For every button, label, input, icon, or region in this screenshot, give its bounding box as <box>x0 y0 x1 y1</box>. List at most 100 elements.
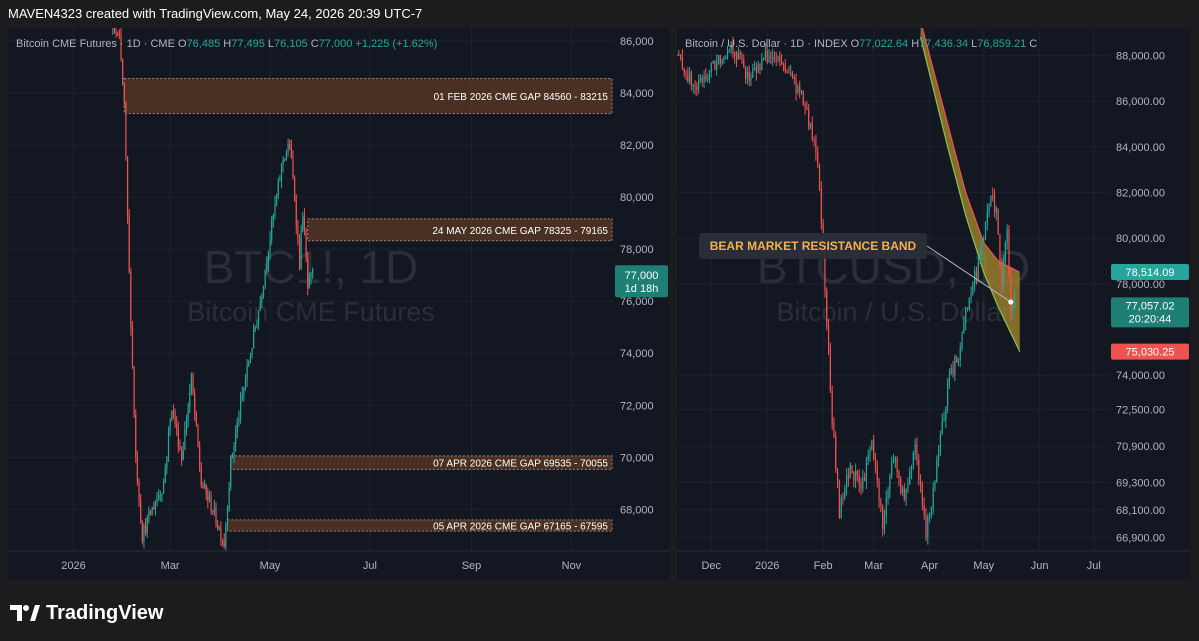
candle-body <box>896 457 898 473</box>
candle-body <box>115 32 117 35</box>
cme-futures-chart-panel[interactable]: BTC1!, 1D Bitcoin CME Futures 01 FEB 2026 … <box>8 0 669 580</box>
legend-value: +1,225 (+1.62%) <box>355 38 437 50</box>
candle-body <box>786 71 788 73</box>
candle-body <box>308 277 310 288</box>
candle-body <box>795 79 797 93</box>
candle-body <box>133 366 135 416</box>
candle-body <box>871 440 873 451</box>
candle-body <box>894 457 896 463</box>
candle-body <box>862 477 864 489</box>
y-tick-label: 74,000 <box>620 348 654 360</box>
y-tick-label: 78,000 <box>620 244 654 256</box>
candle-body <box>809 122 812 128</box>
candle-body <box>158 495 160 499</box>
candle-body <box>153 507 155 510</box>
x-tick-label: May <box>973 560 994 572</box>
candle-body <box>737 52 739 60</box>
x-tick-label: Mar <box>864 560 883 572</box>
candle-body <box>932 487 934 508</box>
candle-body <box>208 496 211 501</box>
candle-body <box>714 60 716 70</box>
y-tick-label: 86,000 <box>620 36 654 48</box>
candle-body <box>131 327 134 367</box>
candle-body <box>253 329 255 349</box>
candle-body <box>690 72 693 87</box>
candle-body <box>710 63 712 72</box>
last-price-label: 77,000 <box>625 270 659 282</box>
candle-body <box>1011 306 1014 313</box>
candle-body <box>271 219 273 240</box>
candle-body <box>845 475 848 489</box>
candle-body <box>847 475 849 479</box>
candle-body <box>950 367 952 374</box>
candle-body <box>267 252 270 264</box>
candle-body <box>753 67 756 69</box>
y-tick-label: 70,000 <box>620 452 654 464</box>
candle-body <box>993 196 996 213</box>
candle-body <box>194 394 196 414</box>
candle-body <box>126 156 129 216</box>
candle-body <box>910 465 913 472</box>
candle-body <box>1001 266 1003 290</box>
candle-body <box>213 507 215 513</box>
legend-value: 76,105 <box>274 38 311 50</box>
candle-body <box>900 478 902 493</box>
candle-body <box>889 475 891 491</box>
candle-body <box>276 194 278 204</box>
candle-body <box>869 450 871 456</box>
candle-body <box>303 216 306 231</box>
candle-body <box>297 226 299 238</box>
candle-body <box>685 72 687 75</box>
candle-body <box>269 239 271 253</box>
candle-body <box>856 471 859 476</box>
legend-value: 76,859.21 <box>977 38 1029 50</box>
candle-body <box>235 432 237 446</box>
candle-body <box>739 52 741 59</box>
candle-body <box>808 109 810 128</box>
candle-body <box>149 511 152 516</box>
candle-body <box>981 242 983 255</box>
y-tick-label: 82,000.00 <box>1116 187 1165 199</box>
candle-body <box>266 263 268 271</box>
candle-body <box>855 471 857 481</box>
candle-body <box>254 327 256 330</box>
price-axis-tag-label: 77,057.02 <box>1126 300 1175 312</box>
candle-body <box>256 323 258 328</box>
candle-body <box>788 72 790 74</box>
candle-body <box>200 466 202 486</box>
x-tick-label: 2026 <box>755 560 779 572</box>
legend-value: C <box>1029 38 1037 50</box>
candle-body <box>225 524 227 547</box>
candle-body <box>164 468 166 484</box>
candle-body <box>784 64 786 72</box>
y-tick-label: 74,000.00 <box>1116 370 1165 382</box>
legend-value: 77,000 <box>319 38 356 50</box>
candle-body <box>241 394 243 399</box>
candle-body <box>717 55 720 62</box>
cme-futures-chart-svg[interactable]: BTC1!, 1D Bitcoin CME Futures 01 FEB 2026 … <box>8 0 669 580</box>
candle-body <box>125 102 127 157</box>
candle-body <box>887 490 889 498</box>
y-tick-label: 72,500.00 <box>1116 404 1165 416</box>
x-tick-label: Apr <box>921 560 938 572</box>
candle-body <box>284 159 286 161</box>
candle-body <box>961 333 963 349</box>
candle-body <box>898 472 900 479</box>
btcusd-chart-panel[interactable]: BTCUSD, 1D Bitcoin / U.S. Dollar 88,000.00… <box>676 20 1190 580</box>
candle-body <box>696 87 698 90</box>
candle-body <box>999 234 1001 267</box>
candle-body <box>300 230 302 269</box>
candle-body <box>261 296 263 303</box>
candle-body <box>838 486 840 518</box>
candle-body <box>842 497 844 499</box>
btcusd-chart-svg[interactable]: BTCUSD, 1DBitcoin / U.S. Dollar88,000.00… <box>676 20 1190 580</box>
y-tick-label: 80,000.00 <box>1116 233 1165 245</box>
candle-body <box>719 55 721 64</box>
candle-body <box>698 80 700 90</box>
candle-body <box>199 446 201 467</box>
candle-body <box>687 74 689 82</box>
y-tick-label: 69,300.00 <box>1116 477 1165 489</box>
cme-gap-label: 24 MAY 2026 CME GAP 78325 - 79165 <box>432 226 608 237</box>
candle-body <box>302 216 304 231</box>
candle-body <box>169 419 171 433</box>
